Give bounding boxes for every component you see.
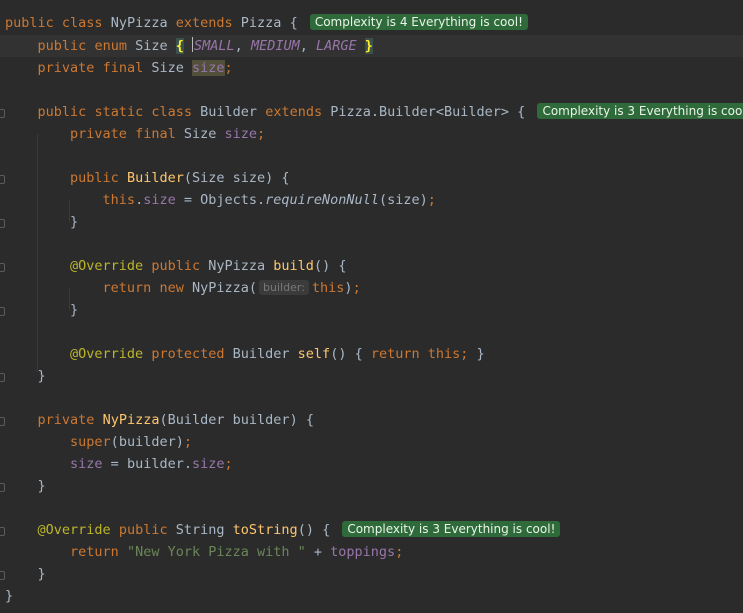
code-line: public static class Builder extends Pizz… [5, 101, 743, 123]
code-line: @Override protected Builder self() { ret… [70, 346, 485, 362]
code-line: super(builder); [70, 434, 192, 450]
complexity-badge[interactable]: Complexity is 4 Everything is cool! [309, 14, 528, 30]
code-line: @Override public NyPizza build() { [70, 258, 347, 274]
code-line: return new NyPizza(builder: this); [102, 280, 361, 296]
code-line: size = builder.size; [70, 456, 233, 472]
code-line: this.size = Objects.requireNonNull(size)… [102, 192, 436, 208]
parameter-hint: builder: [259, 280, 309, 295]
code-line: } [5, 588, 14, 604]
code-line: } [5, 302, 79, 318]
code-line: public Builder(Size size) { [70, 170, 290, 186]
code-line: } [5, 478, 46, 494]
code-line: } [5, 566, 46, 582]
code-line: private final Size size; [70, 126, 266, 142]
text-caret [192, 37, 194, 52]
code-line-current: public enum Size { SMALL, MEDIUM, LARGE … [0, 35, 743, 57]
code-line: public class NyPizza extends Pizza { Com… [5, 12, 528, 34]
complexity-badge[interactable]: Complexity is 3 Everything is cool! [342, 521, 561, 537]
code-line: private NyPizza(Builder builder) { [37, 412, 314, 428]
code-line: return "New York Pizza with " + toppings… [70, 544, 404, 560]
code-line: } [5, 368, 46, 384]
code-line: } [5, 214, 79, 230]
code-editor[interactable]: public class NyPizza extends Pizza { Com… [0, 0, 743, 613]
code-line: @Override public String toString() { Com… [5, 519, 561, 541]
code-line: private final Size size; [37, 60, 233, 76]
complexity-badge[interactable]: Complexity is 3 Everything is cool! [537, 103, 743, 119]
